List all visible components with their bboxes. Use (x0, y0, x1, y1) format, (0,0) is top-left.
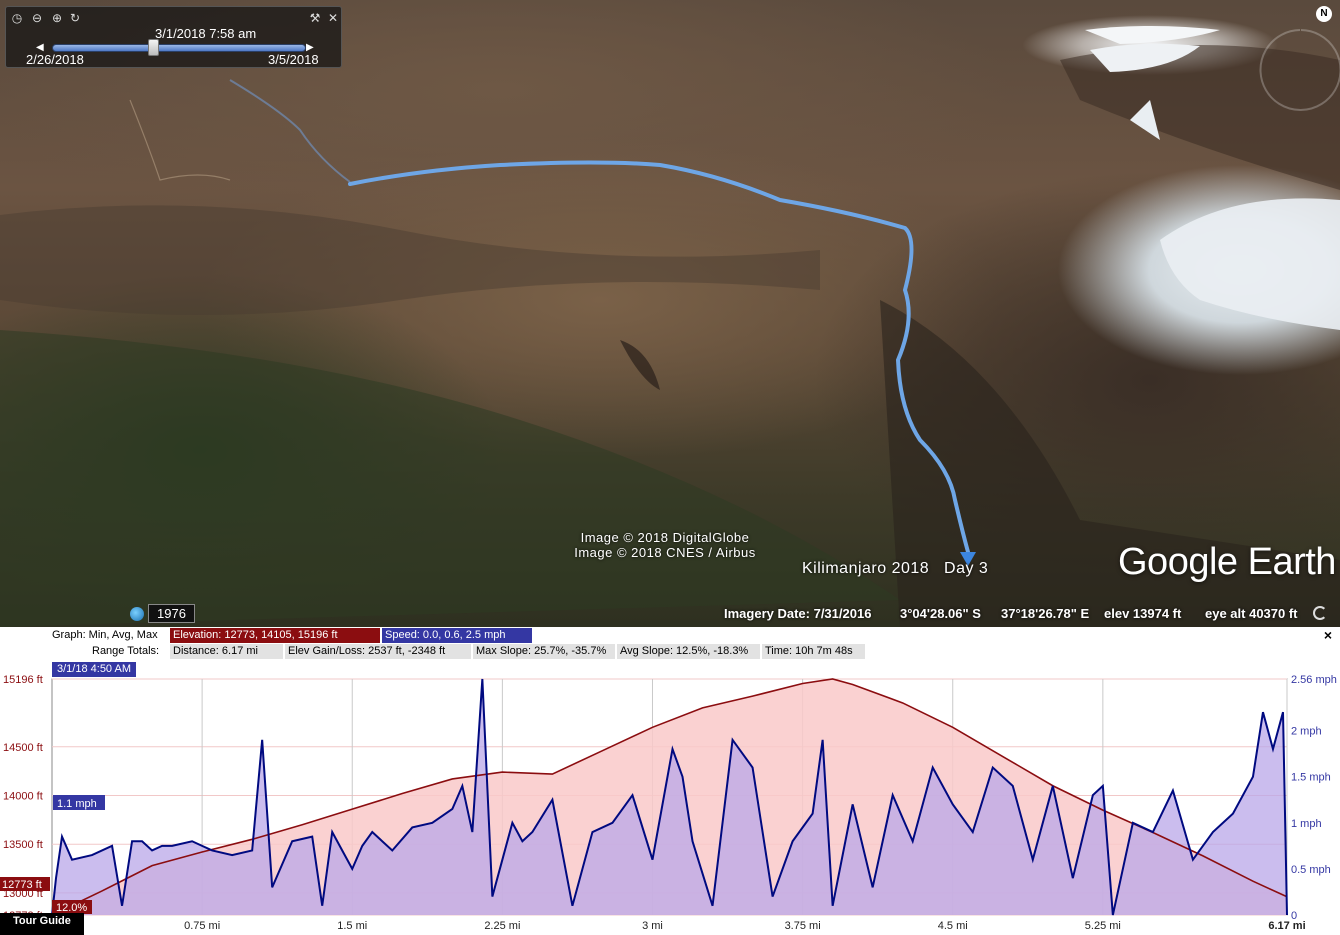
x-tick-label: 3.75 mi (785, 920, 821, 932)
y-left-tick-label: 14000 ft (3, 790, 43, 802)
time-slider-panel: ◷ ⊖ ⊕ ↻ ⚒ ✕ 3/1/2018 7:58 am ◀ ▶ 2/26/20… (5, 6, 342, 68)
y-right-tick-label: 0.5 mph (1291, 864, 1331, 876)
globe-icon (130, 606, 144, 621)
map-view[interactable]: ◷ ⊖ ⊕ ↻ ⚒ ✕ 3/1/2018 7:58 am ◀ ▶ 2/26/20… (0, 0, 1340, 627)
time-slider-track[interactable] (52, 44, 306, 52)
y-right-tick-label: 1.5 mph (1291, 772, 1331, 784)
elevation-speed-chart[interactable]: 15196 ft14500 ft14000 ft13500 ft13000 ft… (0, 627, 1340, 935)
close-icon[interactable]: ✕ (326, 11, 340, 25)
x-tick-label: 4.5 mi (938, 920, 968, 932)
current-time-label: 3/1/2018 7:58 am (155, 26, 257, 41)
historical-year: 1976 (148, 604, 195, 623)
y-left-tick-label: 13500 ft (3, 839, 43, 851)
x-tick-label: 3 mi (642, 920, 663, 932)
x-tick-label: 1.5 mi (337, 920, 367, 932)
y-left-tick-label: 15196 ft (3, 674, 43, 686)
historical-imagery-badge[interactable]: 1976 (130, 604, 195, 623)
y-right-tick-label: 2 mph (1291, 726, 1322, 738)
tour-title: Kilimanjaro 2018 Day 3 (802, 560, 989, 577)
imagery-credit-2: Image © 2018 CNES / Airbus (574, 545, 756, 560)
latitude-readout: 3°04'28.06" S (900, 606, 981, 621)
clock-icon[interactable]: ◷ (10, 11, 24, 25)
x-tick-label: 5.25 mi (1085, 920, 1121, 932)
wrench-icon[interactable]: ⚒ (308, 11, 322, 25)
reset-icon[interactable]: ↻ (68, 11, 82, 25)
x-tick-label: 6.17 mi (1268, 920, 1305, 932)
google-earth-logo: Google Earth (1118, 541, 1336, 583)
imagery-credit-1: Image © 2018 DigitalGlobe (580, 530, 750, 545)
time-slider-thumb[interactable] (148, 39, 159, 56)
elevation-readout: elev 13974 ft (1104, 606, 1182, 621)
x-tick-label: 0.75 mi (184, 920, 220, 932)
longitude-readout: 37°18'26.78" E (1001, 606, 1090, 621)
elev-marker-label: 12773 ft (2, 879, 42, 891)
start-date-label: 2/26/2018 (26, 52, 84, 67)
elevation-profile-panel: Graph: Min, Avg, Max Elevation: 12773, 1… (0, 627, 1340, 935)
speed-marker-label: 1.1 mph (57, 798, 97, 810)
streaming-progress-icon (1313, 606, 1327, 620)
north-compass-icon[interactable]: N (1316, 6, 1332, 22)
y-right-tick-label: 2.56 mph (1291, 674, 1337, 686)
y-right-tick-label: 1 mph (1291, 818, 1322, 830)
tour-guide-button[interactable]: Tour Guide (0, 913, 84, 935)
eye-altitude-readout: eye alt 40370 ft (1205, 606, 1298, 621)
x-tick-label: 2.25 mi (484, 920, 520, 932)
imagery-date: Imagery Date: 7/31/2016 (724, 606, 872, 621)
end-date-label: 3/5/2018 (268, 52, 319, 67)
zoom-out-icon[interactable]: ⊖ (30, 11, 44, 25)
y-left-tick-label: 14500 ft (3, 742, 43, 754)
zoom-in-icon[interactable]: ⊕ (50, 11, 64, 25)
